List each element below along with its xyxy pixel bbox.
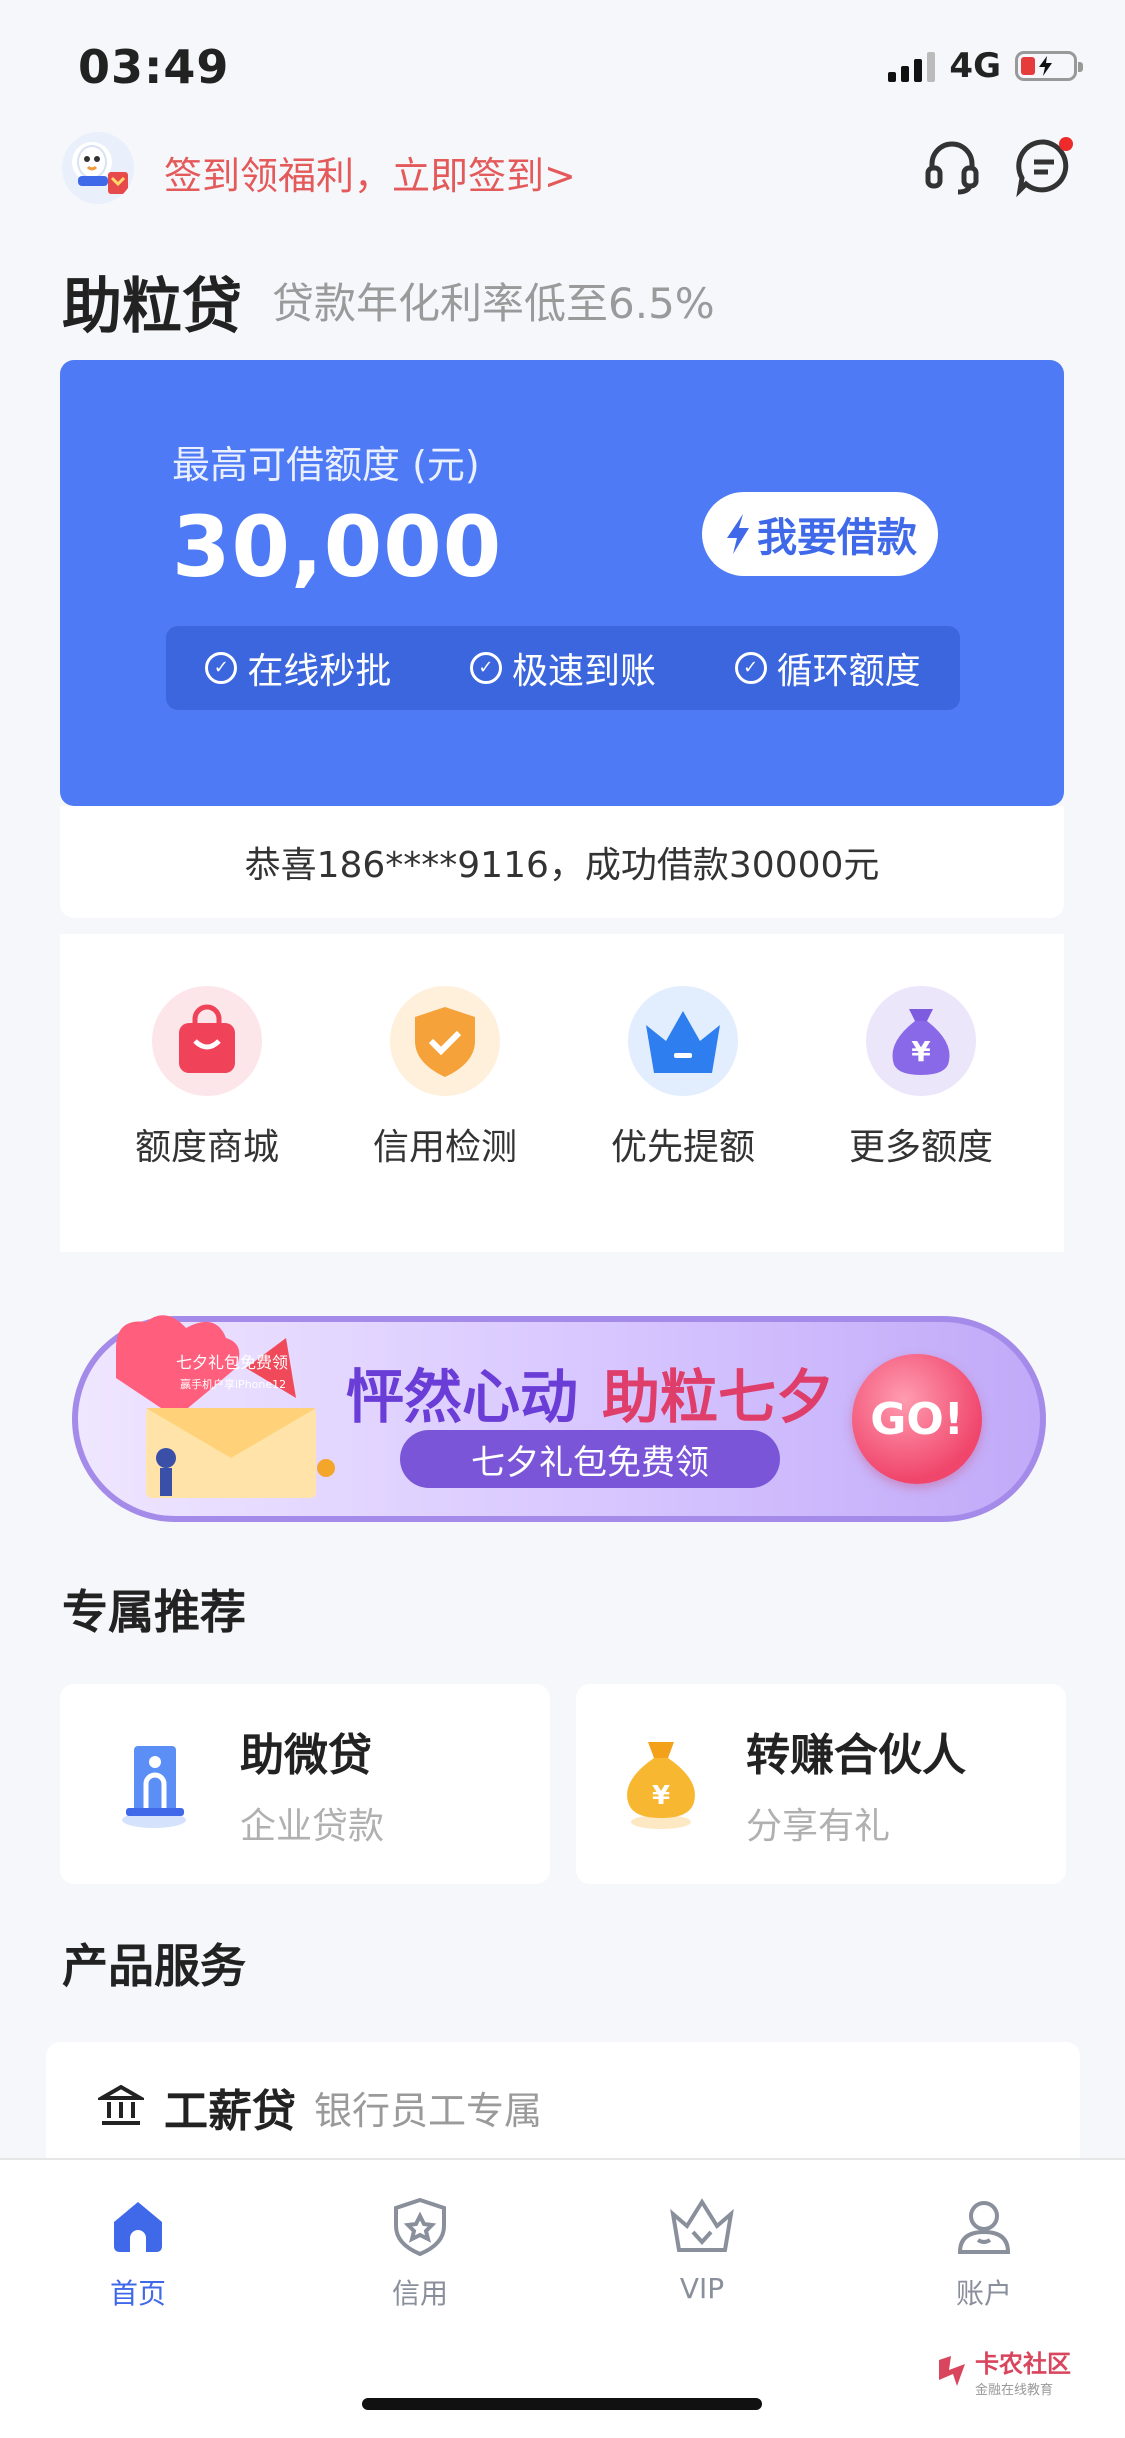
banner-pill: 七夕礼包免费领 [400,1430,780,1488]
borrow-button[interactable]: 我要借款 [702,492,938,576]
user-icon [954,2196,1014,2260]
go-button[interactable]: GO! [852,1354,982,1484]
vip-crown-icon [667,2196,737,2260]
status-time: 03:49 [78,40,230,94]
tile-credit-mall[interactable]: 额度商城 [102,986,312,1170]
section-title-products: 产品服务 [62,1939,246,1993]
tile-priority-raise[interactable]: 优先提额 [578,986,788,1170]
feature-label: 极速到账 [511,651,656,692]
feature-label: 在线秒批 [247,651,392,692]
status-indicators: 4G [888,46,1083,86]
product-subtitle: 银行员工专属 [314,2088,543,2133]
limit-label: 最高可借额度 (元) [172,443,480,487]
tab-label: 账户 [955,2277,1012,2310]
rec-card-referral[interactable]: ¥ 转赚合伙人 分享有礼 [576,1684,1066,1884]
feature-label: 循环额度 [776,651,921,692]
tile-credit-check[interactable]: 信用检测 [340,986,550,1170]
tab-label: 首页 [109,2277,166,2310]
tile-more-limit[interactable]: ¥ 更多额度 [816,986,1026,1170]
feature-item: ✓ 在线秒批 [205,642,391,694]
crown-icon [628,986,738,1096]
check-icon: ✓ [205,652,238,684]
network-label: 4G [949,46,1001,86]
watermark-sub: 金融在线教育 [975,2383,1054,2398]
loan-notice: 恭喜186****9116，成功借款30000元 [60,806,1064,918]
check-icon: ✓ [734,652,767,684]
tile-label: 信用检测 [372,1127,517,1168]
rec-subtitle: 企业贷款 [240,1806,385,1847]
watermark: 卡农社区 金融在线教育 [935,2344,1071,2398]
signal-icon [888,50,936,82]
limit-value: 30,000 [172,498,503,596]
tile-label: 优先提额 [610,1127,755,1168]
avatar[interactable] [62,132,134,204]
watermark-logo-icon [939,2356,965,2386]
lightning-icon [727,514,749,554]
feature-item: ✓ 极速到账 [469,642,656,694]
gift-line2: 赢手机户享iPhone12 [180,1377,286,1391]
feature-item: ✓ 循环额度 [734,642,921,694]
gift-envelope-illustration: 七夕礼包免费领 赢手机户享iPhone12 [96,1308,356,1508]
rec-subtitle: 分享有礼 [746,1806,891,1847]
shopping-bag-icon [152,986,262,1096]
headset-icon[interactable] [920,134,984,198]
home-icon [108,2196,168,2260]
signin-link[interactable]: 签到领福利，立即签到> [164,145,576,200]
tab-account[interactable]: 账户 [884,2196,1084,2312]
brand-title: 助粒贷 [62,272,242,342]
banner-title-part2: 助粒七夕 [602,1363,835,1431]
tab-label: VIP [679,2272,725,2305]
gift-line1: 七夕礼包免费领 [176,1353,288,1372]
tab-label: 信用 [391,2277,448,2310]
borrow-button-label: 我要借款 [757,515,917,561]
product-item-salary-loan[interactable]: 工薪贷 银行员工专属 [46,2042,1080,2172]
money-pouch-icon: ¥ [616,1732,726,1836]
check-icon: ✓ [469,652,502,684]
money-bag-icon: ¥ [866,986,976,1096]
tile-label: 更多额度 [848,1127,993,1168]
shield-check-icon [390,986,500,1096]
rec-title: 助微贷 [240,1730,372,1781]
rec-title: 转赚合伙人 [746,1730,966,1781]
section-title-recommend: 专属推荐 [62,1585,246,1639]
banner-title-part1: 怦然心动 [346,1363,579,1431]
product-title: 工薪贷 [164,2086,296,2137]
bank-icon [94,2082,148,2132]
rec-card-enterprise-loan[interactable]: 助微贷 企业贷款 [60,1684,550,1884]
tab-vip[interactable]: VIP [602,2196,802,2305]
tab-credit[interactable]: 信用 [320,2196,520,2312]
building-icon [110,1732,220,1836]
battery-icon [1015,51,1083,81]
watermark-title: 卡农社区 [975,2350,1071,2378]
shield-star-icon [390,2196,450,2260]
tile-label: 额度商城 [134,1127,279,1168]
tab-home[interactable]: 首页 [38,2196,238,2312]
svg-text:¥: ¥ [911,1035,931,1068]
home-indicator[interactable] [362,2398,762,2410]
brand-subtitle: 贷款年化利率低至6.5% [272,279,715,328]
message-icon[interactable] [1012,134,1076,198]
feature-strip: ✓ 在线秒批 ✓ 极速到账 ✓ 循环额度 [166,626,960,710]
svg-text:¥: ¥ [652,1781,670,1811]
